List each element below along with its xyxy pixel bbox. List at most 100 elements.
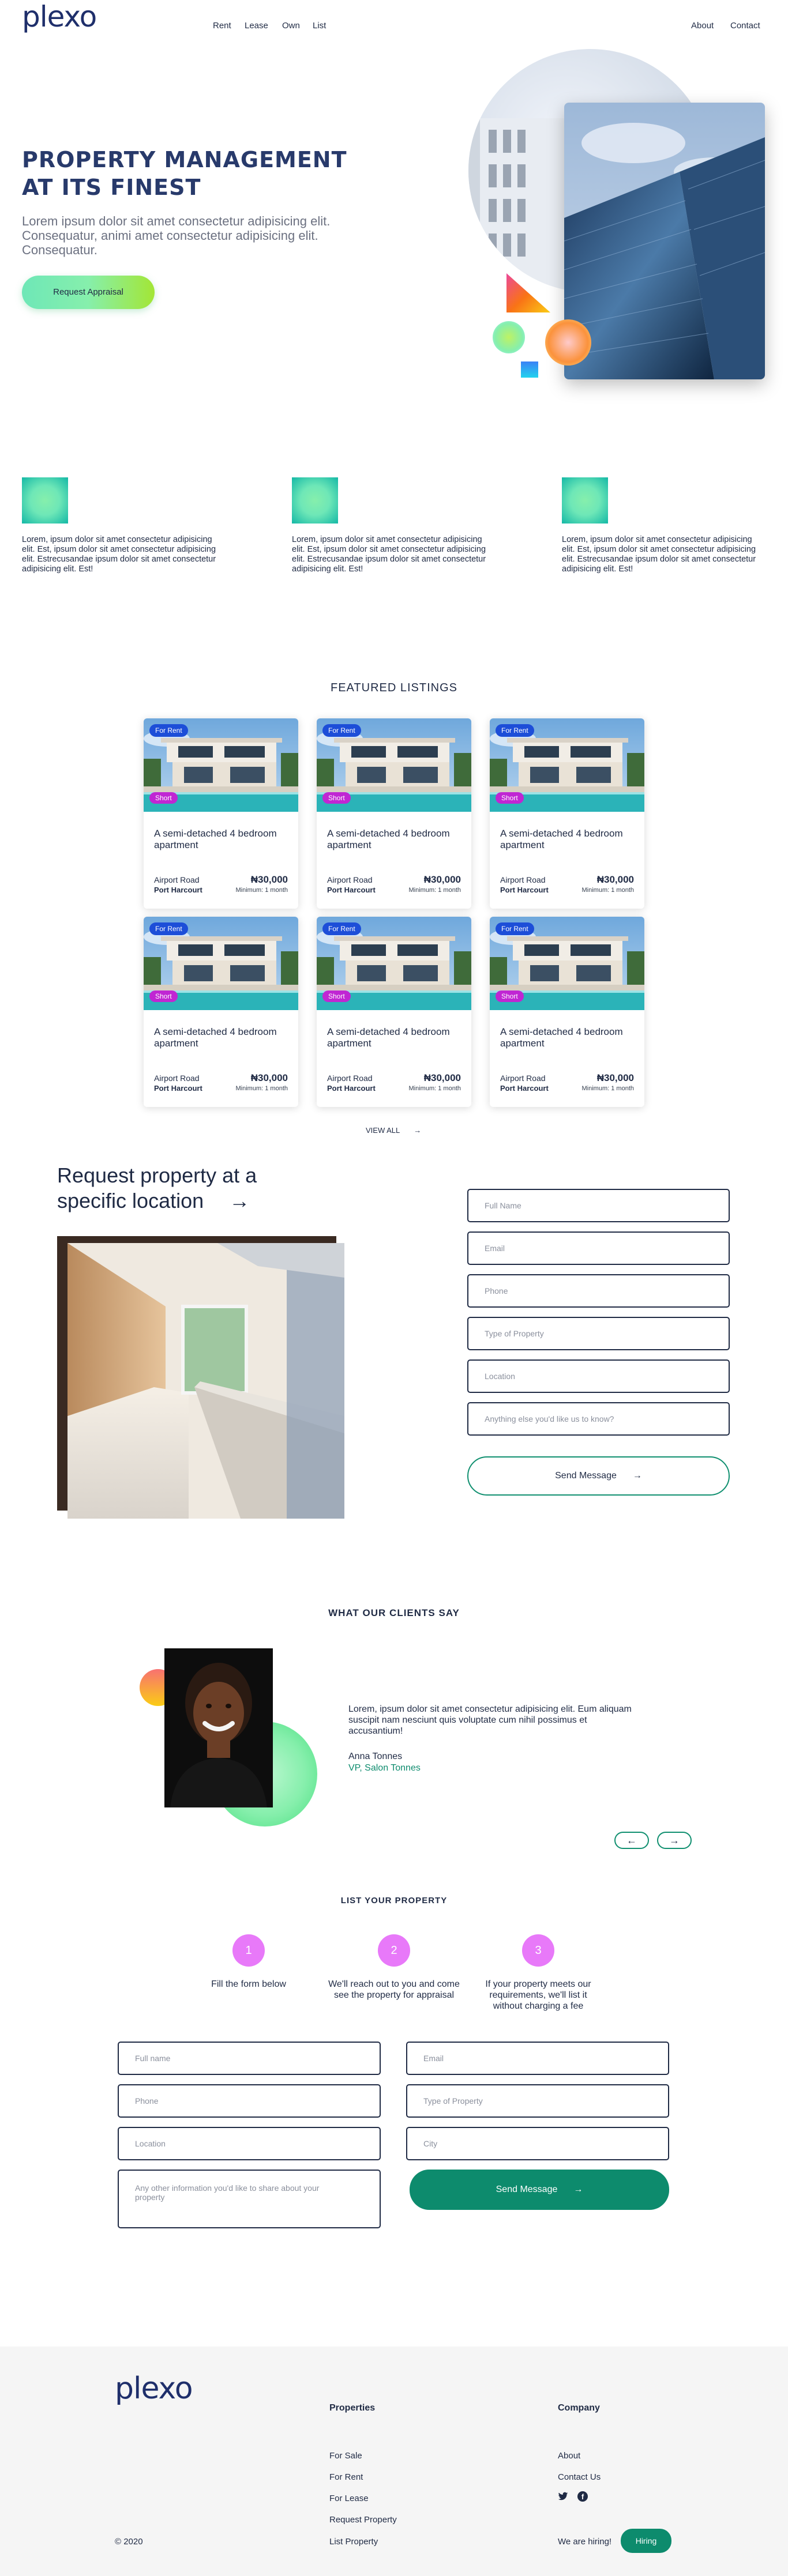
hero-title: PROPERTY MANAGEMENT AT ITS FINEST — [22, 146, 368, 201]
listing-duration-badge: Short — [149, 792, 178, 804]
brand-logo[interactable]: plexo — [22, 0, 97, 40]
footer-link-list-property[interactable]: List Property — [329, 2537, 378, 2547]
listing-duration-badge: Short — [322, 991, 351, 1002]
decor-blue-square — [521, 361, 538, 378]
testimonial-next-button[interactable]: → — [657, 1832, 692, 1849]
arrow-right-icon: → — [414, 1126, 422, 1135]
listing-title: A semi-detached 4 bedroom apartment — [327, 1026, 450, 1049]
footer-logo[interactable]: plexo — [115, 2371, 193, 2406]
request-title-line2: specific location → — [57, 1189, 250, 1212]
arrow-left-icon: ← — [626, 1834, 637, 1846]
footer-properties-heading: Properties — [329, 2403, 376, 2413]
footer-link-for-lease[interactable]: For Lease — [329, 2494, 369, 2503]
glass-building-photo — [564, 103, 765, 379]
hero-title-line1: PROPERTY MANAGEMENT — [22, 147, 347, 172]
step-2-text: We'll reach out to you and come see the … — [328, 1979, 460, 2000]
kitchen-photo — [57, 1236, 344, 1519]
list-city-input[interactable]: City — [406, 2127, 669, 2160]
step-3-circle: 3 — [522, 1934, 554, 1967]
listing-road: Airport Road — [154, 875, 200, 884]
nav-lease[interactable]: Lease — [245, 21, 268, 31]
footer-link-contact-us[interactable]: Contact Us — [558, 2472, 601, 2482]
list-phone-input[interactable]: Phone — [118, 2084, 381, 2118]
arrow-right-icon: → — [229, 1189, 250, 1212]
listing-type-badge: For Rent — [149, 922, 188, 935]
testimonial-quote: Lorem, ipsum dolor sit amet consectetur … — [348, 1704, 632, 1736]
listing-card[interactable]: For Rent Short A semi-detached 4 bedroom a… — [490, 718, 644, 909]
footer-link-about[interactable]: About — [558, 2451, 580, 2461]
listing-price: ₦30,000 — [423, 874, 461, 885]
listing-road: Airport Road — [327, 875, 373, 884]
hiring-button[interactable]: Hiring — [621, 2529, 671, 2553]
footer-hiring-text: We are hiring! — [558, 2537, 612, 2547]
listing-city: Port Harcourt — [500, 886, 549, 894]
listing-city: Port Harcourt — [327, 886, 376, 894]
listing-minimum: Minimum: 1 month — [581, 1085, 634, 1092]
listing-minimum: Minimum: 1 month — [408, 887, 461, 894]
feature-icon-3 — [562, 477, 608, 524]
listing-type-badge: For Rent — [322, 724, 361, 737]
send-label: Send Message — [555, 1471, 617, 1481]
listing-duration-badge: Short — [496, 991, 524, 1002]
step-1-circle: 1 — [232, 1934, 265, 1967]
listing-price: ₦30,000 — [250, 874, 288, 885]
listing-minimum: Minimum: 1 month — [235, 887, 288, 894]
listing-city: Port Harcourt — [154, 886, 202, 894]
listing-city: Port Harcourt — [327, 1084, 376, 1093]
feature-text-2: Lorem, ipsum dolor sit amet consectetur … — [292, 535, 486, 574]
listing-card[interactable]: For Rent Short A semi-detached 4 bedroom a… — [144, 718, 298, 909]
nav-contact[interactable]: Contact — [730, 21, 760, 31]
listing-minimum: Minimum: 1 month — [581, 887, 634, 894]
list-other-info-textarea[interactable]: Any other information you'd like to shar… — [118, 2170, 381, 2228]
listing-title: A semi-detached 4 bedroom apartment — [500, 828, 623, 850]
list-full-name-input[interactable]: Full name — [118, 2042, 381, 2075]
listing-card[interactable]: For Rent Short A semi-detached 4 bedroom a… — [317, 917, 471, 1107]
list-email-input[interactable]: Email — [406, 2042, 669, 2075]
testimonials-title: WHAT OUR CLIENTS SAY — [328, 1607, 460, 1618]
nav-own[interactable]: Own — [282, 21, 300, 31]
request-send-button[interactable]: Send Message → — [467, 1456, 730, 1496]
feature-icon-1 — [22, 477, 68, 524]
listing-title: A semi-detached 4 bedroom apartment — [327, 828, 450, 850]
decor-green-circle — [493, 321, 525, 353]
list-property-type-input[interactable]: Type of Property — [406, 2084, 669, 2118]
request-full-name-input[interactable]: Full Name — [467, 1189, 730, 1222]
listing-price: ₦30,000 — [596, 1072, 634, 1083]
listing-price: ₦30,000 — [596, 874, 634, 885]
listing-card[interactable]: For Rent Short A semi-detached 4 bedroom a… — [144, 917, 298, 1107]
twitter-icon[interactable] — [558, 2492, 568, 2501]
listing-type-badge: For Rent — [149, 724, 188, 737]
request-property-type-input[interactable]: Type of Property — [467, 1317, 730, 1350]
listing-duration-badge: Short — [149, 991, 178, 1002]
footer-link-request-property[interactable]: Request Property — [329, 2515, 397, 2525]
footer-link-for-sale[interactable]: For Sale — [329, 2451, 362, 2461]
listing-title: A semi-detached 4 bedroom apartment — [154, 1026, 277, 1049]
footer-link-for-rent[interactable]: For Rent — [329, 2472, 363, 2482]
arrow-right-icon: → — [632, 1471, 642, 1481]
testimonial-prev-button[interactable]: ← — [614, 1832, 649, 1849]
request-location-input[interactable]: Location — [467, 1359, 730, 1393]
request-phone-input[interactable]: Phone — [467, 1274, 730, 1308]
listing-card[interactable]: For Rent Short A semi-detached 4 bedroom a… — [490, 917, 644, 1107]
listing-duration-badge: Short — [496, 792, 524, 804]
nav-list[interactable]: List — [313, 21, 326, 31]
request-property-title: Request property at a specific location … — [57, 1163, 346, 1214]
listing-city: Port Harcourt — [154, 1084, 202, 1093]
nav-about[interactable]: About — [691, 21, 714, 31]
list-send-button[interactable]: Send Message → — [410, 2170, 669, 2210]
facebook-icon[interactable]: f — [577, 2491, 588, 2502]
request-appraisal-button[interactable]: Request Appraisal — [22, 276, 155, 309]
footer-company-heading: Company — [558, 2403, 600, 2413]
feature-text-1: Lorem, ipsum dolor sit amet consectetur … — [22, 535, 216, 574]
nav-rent[interactable]: Rent — [213, 21, 231, 31]
listing-minimum: Minimum: 1 month — [408, 1085, 461, 1092]
request-email-input[interactable]: Email — [467, 1231, 730, 1265]
request-message-input[interactable]: Anything else you'd like us to know? — [467, 1402, 730, 1436]
hero-subtitle: Lorem ipsum dolor sit amet consectetur a… — [22, 214, 331, 257]
listing-card[interactable]: For Rent Short A semi-detached 4 bedroom a… — [317, 718, 471, 909]
view-all-link[interactable]: VIEW ALL → — [366, 1126, 421, 1135]
listing-title: A semi-detached 4 bedroom apartment — [500, 1026, 623, 1049]
listing-road: Airport Road — [500, 875, 546, 884]
list-location-input[interactable]: Location — [118, 2127, 381, 2160]
step-2-circle: 2 — [378, 1934, 410, 1967]
